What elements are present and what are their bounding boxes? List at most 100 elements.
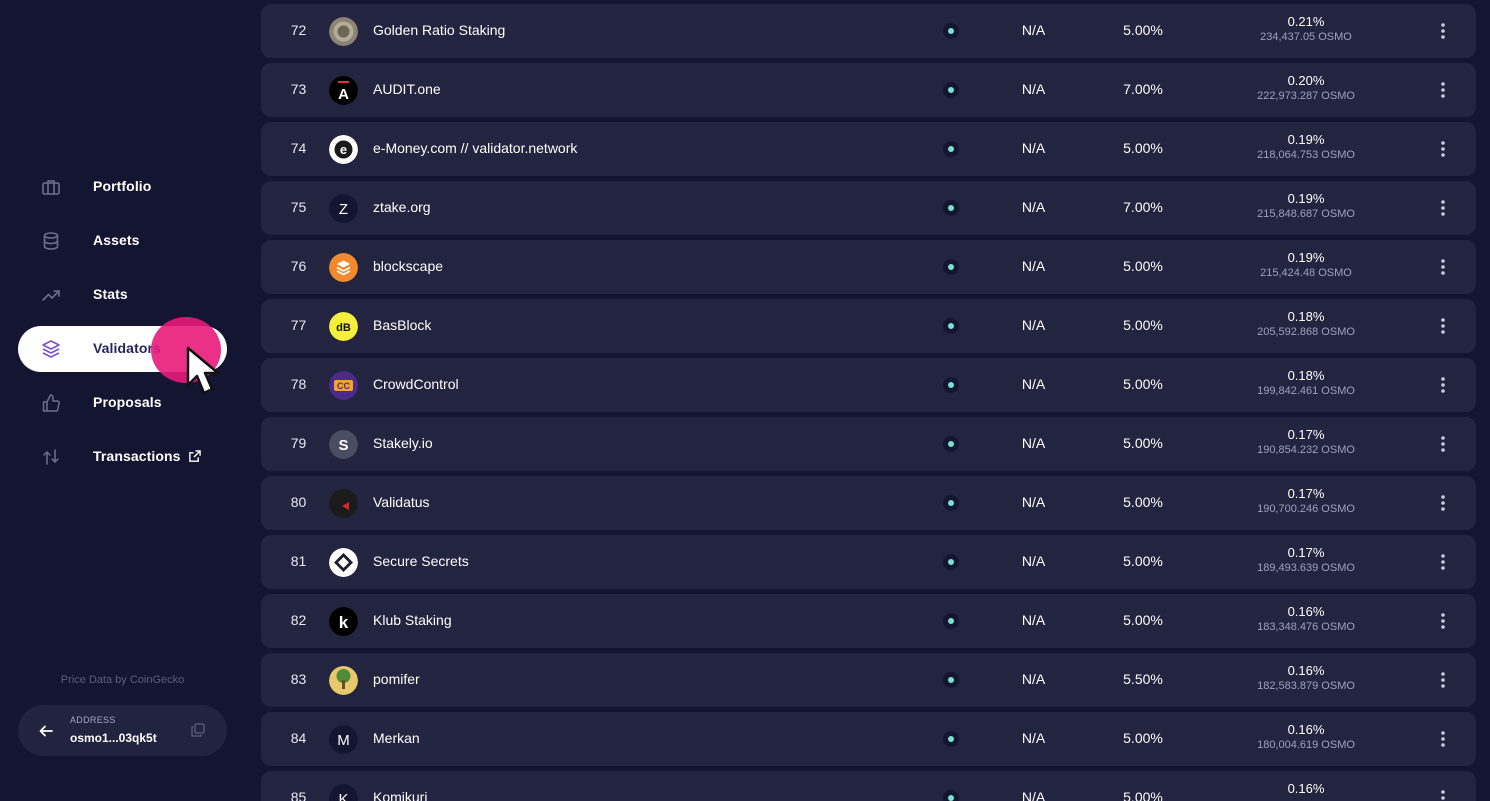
table-row[interactable]: 74 e e-Money.com // validator.network N/A 5.… [261,122,1476,176]
voting-power: 0.18% 199,842.461 OSMO [1241,368,1371,398]
voting-power-percent: 0.16% [1287,604,1325,619]
validator-logo: S [329,430,358,459]
more-options-icon[interactable] [1433,552,1453,572]
validator-name: Klub Staking [373,612,452,628]
validator-commission: 5.00% [1123,435,1163,451]
voting-power-percent: 0.18% [1287,309,1325,324]
voting-power-percent: 0.20% [1287,73,1325,88]
copy-icon[interactable] [191,723,205,737]
more-options-icon[interactable] [1433,198,1453,218]
sidebar-item-label: Transactions [93,448,181,464]
voting-power-amount: 180,004.619 OSMO [1257,739,1355,751]
voting-power: 0.21% 234,437.05 OSMO [1241,14,1371,44]
svg-text:Z: Z [339,201,348,218]
validator-rank: 72 [290,22,307,38]
status-indicator [943,613,959,629]
briefcase-icon [42,180,60,195]
validator-name: Merkan [373,730,420,746]
validator-name: CrowdControl [373,376,459,392]
voting-power-percent: 0.19% [1287,191,1325,206]
validator-uptime: N/A [1021,730,1046,746]
more-options-icon[interactable] [1433,729,1453,749]
validator-commission: 5.00% [1123,22,1163,38]
validator-rank: 82 [290,612,307,628]
more-options-icon[interactable] [1433,611,1453,631]
voting-power-amount: 234,437.05 OSMO [1260,31,1352,43]
trending-up-icon [42,290,60,301]
status-indicator [943,731,959,747]
table-row[interactable]: 80 Validatus N/A 5.00% 0.17% 190,700.246 OSMO [261,476,1476,530]
address-label: ADDRESS [70,715,116,725]
validator-name: AUDIT.one [373,81,441,97]
validator-rank: 84 [290,730,307,746]
voting-power: 0.19% 218,064.753 OSMO [1241,132,1371,162]
table-row[interactable]: 75 Zztake.org N/A 7.00% 0.19% 215,848.687 OSM… [261,181,1476,235]
status-indicator [943,23,959,39]
validator-name: Golden Ratio Staking [373,22,506,38]
more-options-icon[interactable] [1433,139,1453,159]
sidebar-item-assets[interactable]: Assets [18,218,227,264]
voting-power: 0.20% 222,973.287 OSMO [1241,73,1371,103]
voting-power: 0.16% 182,583.879 OSMO [1241,663,1371,693]
validator-rank: 77 [290,317,307,333]
table-row[interactable]: 81 Secure Secrets N/A 5.00% 0.17% 189,493.639… [261,535,1476,589]
voting-power-percent: 0.21% [1287,14,1325,29]
table-row[interactable]: 78 CC CrowdControl N/A 5.00% 0.18% 199,842.461… [261,358,1476,412]
validator-uptime: N/A [1021,376,1046,392]
voting-power-amount: 218,064.753 OSMO [1257,149,1355,161]
status-indicator [943,790,959,801]
more-options-icon[interactable] [1433,80,1453,100]
table-row[interactable]: 72 Golden Ratio Staking N/A 5.00% 0.21% 234,4… [261,4,1476,58]
validator-logo: CC [329,371,358,400]
sidebar-item-transactions[interactable]: Transactions [18,434,227,480]
status-indicator [943,141,959,157]
validator-rank: 73 [290,81,307,97]
table-row[interactable]: 77 dB BasBlock N/A 5.00% 0.18% 205,592.868 OSM… [261,299,1476,353]
validator-uptime: N/A [1021,199,1046,215]
validator-name: Validatus [373,494,430,510]
svg-text:dB: dB [336,322,351,334]
validator-uptime: N/A [1021,435,1046,451]
table-row[interactable]: 85 K Komikuri N/A 5.00% 0.16% [261,771,1476,801]
validator-commission: 5.00% [1123,376,1163,392]
more-options-icon[interactable] [1433,316,1453,336]
validator-rank: 81 [290,553,307,569]
validator-rank: 78 [290,376,307,392]
voting-power-amount: 182,583.879 OSMO [1257,680,1355,692]
sidebar-item-stats[interactable]: Stats [18,272,227,318]
validator-logo [329,17,358,46]
table-row[interactable]: 76 blockscape N/A 5.00% 0.19% 215,424.48 OSMO [261,240,1476,294]
layers-icon [42,340,60,358]
table-row[interactable]: 73 A AUDIT.one N/A 7.00% 0.20% 222,973.287 OSM… [261,63,1476,117]
voting-power: 0.16% 183,348.476 OSMO [1241,604,1371,634]
validator-rank: 75 [290,199,307,215]
voting-power-percent: 0.18% [1287,368,1325,383]
external-link-icon [189,450,201,462]
status-indicator [943,672,959,688]
voting-power: 0.17% 190,854.232 OSMO [1241,427,1371,457]
table-row[interactable]: 79 S Stakely.io N/A 5.00% 0.17% 190,854.232 OS… [261,417,1476,471]
table-row[interactable]: 82 k Klub Staking N/A 5.00% 0.16% 183,348.476 … [261,594,1476,648]
validator-uptime: N/A [1021,553,1046,569]
more-options-icon[interactable] [1433,21,1453,41]
validator-logo: k [329,607,358,636]
price-data-credit: Price Data by CoinGecko [60,674,185,686]
validator-commission: 5.00% [1123,612,1163,628]
table-row[interactable]: 83 pomifer N/A 5.50% 0.16% 182,583.879 OSMO [261,653,1476,707]
more-options-icon[interactable] [1433,670,1453,690]
sidebar-item-portfolio[interactable]: Portfolio [18,164,227,210]
svg-text:e: e [340,142,347,157]
more-options-icon[interactable] [1433,434,1453,454]
validator-logo: Z [329,194,358,223]
wallet-address-box[interactable]: ADDRESS osmo1...03qk5t [18,705,227,756]
more-options-icon[interactable] [1433,257,1453,277]
more-options-icon[interactable] [1433,375,1453,395]
validator-rank: 79 [290,435,307,451]
more-options-icon[interactable] [1433,493,1453,513]
validator-uptime: N/A [1021,494,1046,510]
table-row[interactable]: 84 M Merkan N/A 5.00% 0.16% 180,004.619 OSMO [261,712,1476,766]
arrow-left-icon[interactable] [38,723,54,739]
more-options-icon[interactable] [1433,788,1453,801]
validator-uptime: N/A [1021,22,1046,38]
voting-power: 0.17% 190,700.246 OSMO [1241,486,1371,516]
